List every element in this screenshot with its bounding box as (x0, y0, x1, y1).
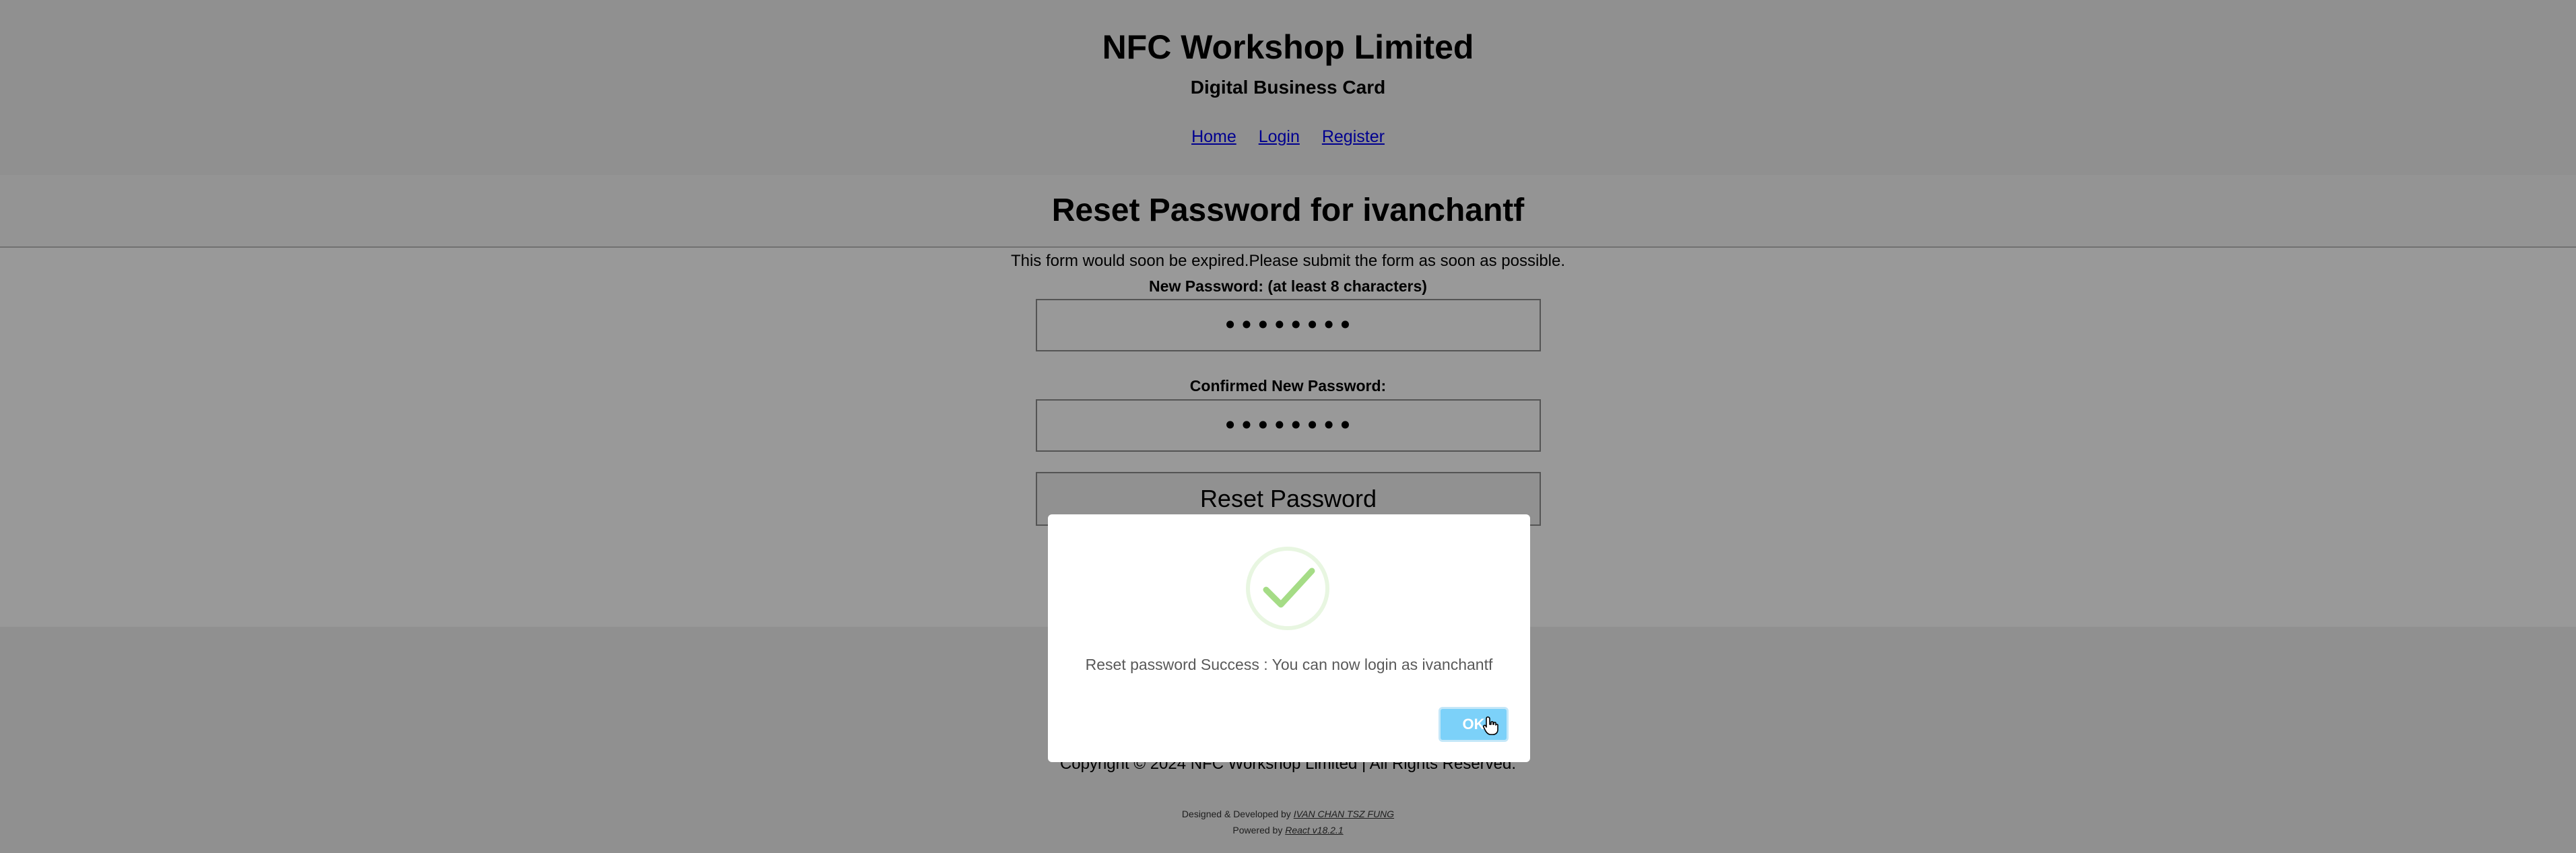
success-dialog: Reset password Success : You can now log… (1048, 514, 1530, 762)
success-message: Reset password Success : You can now log… (1085, 656, 1493, 673)
ok-button[interactable]: OK (1439, 707, 1509, 742)
modal-overlay[interactable]: Reset password Success : You can now log… (0, 0, 2576, 853)
ok-button-label: OK (1462, 716, 1485, 732)
success-check-icon (1246, 547, 1329, 630)
hand-pointer-icon (1482, 716, 1498, 735)
